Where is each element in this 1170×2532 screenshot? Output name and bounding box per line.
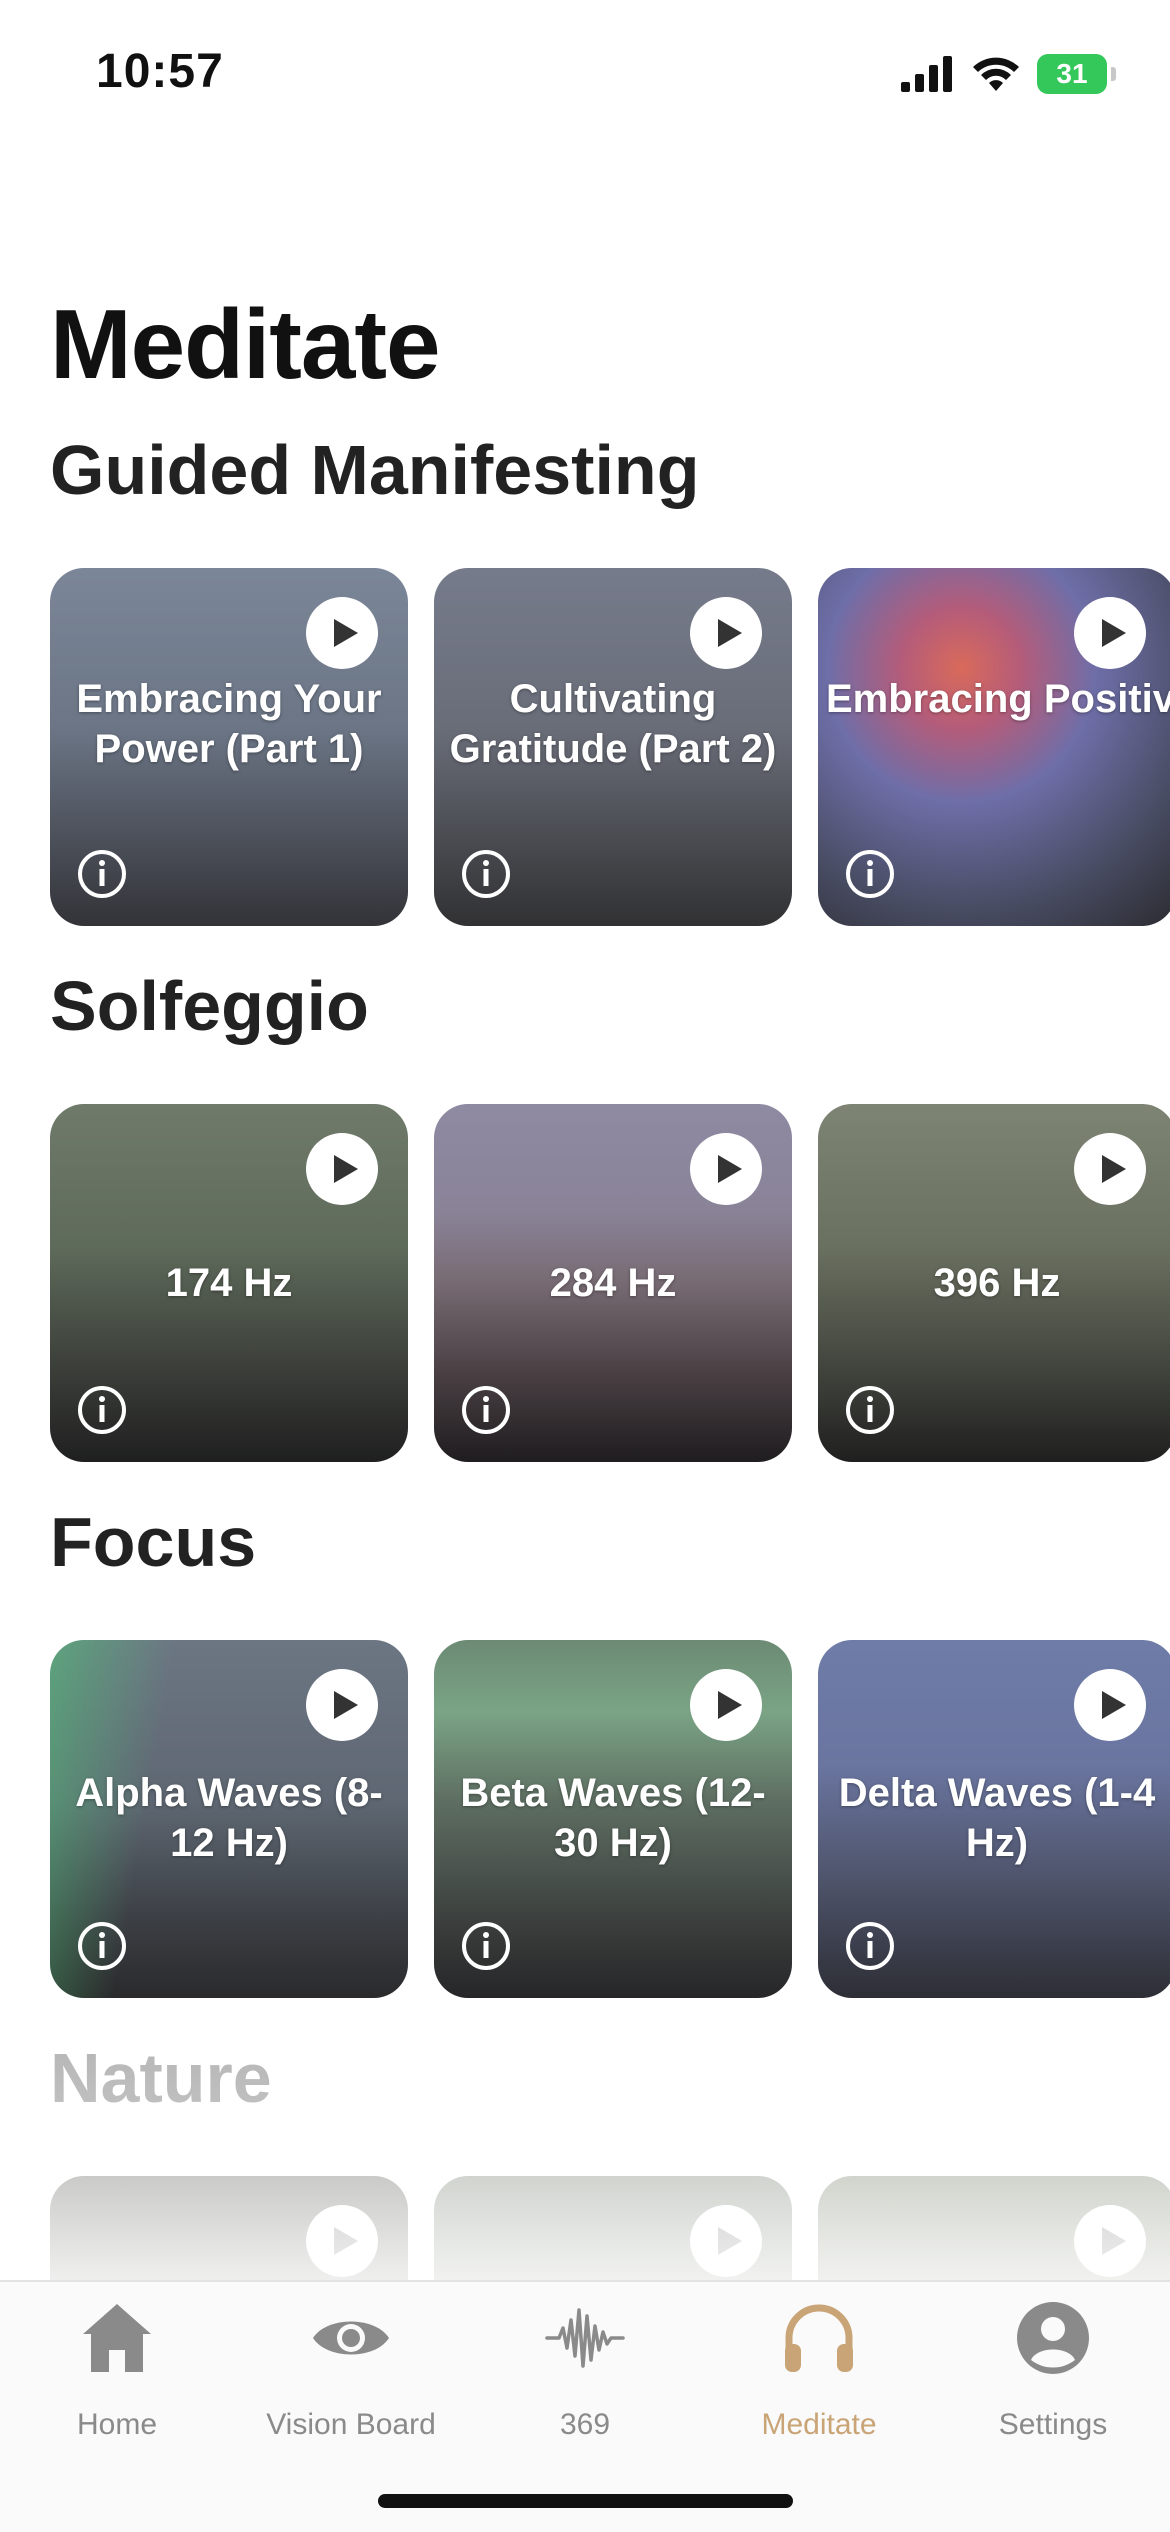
play-button[interactable] <box>690 1133 762 1205</box>
play-icon <box>334 2227 358 2255</box>
nature-row[interactable] <box>50 2176 1170 2280</box>
solfeggio-row[interactable]: 174 Hz 284 Hz 396 Hz <box>50 1104 1170 1464</box>
play-icon <box>1102 1691 1126 1719</box>
meditation-card[interactable]: Delta Waves (1-4 Hz) <box>818 1640 1170 1998</box>
play-button[interactable] <box>306 597 378 669</box>
play-button[interactable] <box>1074 2205 1146 2277</box>
play-button[interactable] <box>690 597 762 669</box>
tab-vision-board[interactable]: Vision Board <box>234 2298 468 2448</box>
tab-home[interactable]: Home <box>0 2298 234 2448</box>
card-title: Embracing Your Power (Part 1) <box>76 677 382 771</box>
waveform-icon <box>545 2308 625 2368</box>
battery-tip <box>1111 67 1116 81</box>
meditation-card[interactable]: 174 Hz <box>50 1104 408 1462</box>
wifi-icon <box>973 57 1019 91</box>
profile-icon <box>1017 2302 1089 2374</box>
play-button[interactable] <box>1074 597 1146 669</box>
card-title: Delta Waves (1-4 Hz) <box>838 1771 1156 1865</box>
section-title-nature: Nature <box>50 2039 272 2117</box>
home-indicator[interactable] <box>378 2494 793 2508</box>
play-icon <box>718 619 742 647</box>
card-title: 284 Hz <box>549 1261 677 1305</box>
tab-settings[interactable]: Settings <box>936 2298 1170 2448</box>
status-time: 10:57 <box>96 45 224 98</box>
meditation-card[interactable]: Embracing Your Power (Part 1) <box>50 568 408 926</box>
tab-label: Home <box>76 2408 158 2441</box>
card-title: 396 Hz <box>933 1261 1061 1305</box>
play-icon <box>334 619 358 647</box>
play-icon <box>1102 1155 1126 1183</box>
focus-row[interactable]: Alpha Waves (8-12 Hz) Beta Waves (12-30 … <box>50 1640 1170 2000</box>
tab-label: 369 <box>559 2408 611 2441</box>
meditation-card[interactable]: Beta Waves (12-30 Hz) <box>434 1640 792 1998</box>
meditation-card[interactable]: 396 Hz <box>818 1104 1170 1462</box>
info-icon[interactable] <box>844 1920 896 1972</box>
battery-icon: 31 <box>1037 54 1107 94</box>
meditation-card[interactable] <box>50 2176 408 2280</box>
play-icon <box>718 1691 742 1719</box>
section-title-guided-manifesting: Guided Manifesting <box>50 431 700 509</box>
info-icon[interactable] <box>76 1920 128 1972</box>
battery-level: 31 <box>1056 58 1088 89</box>
play-button[interactable] <box>1074 1669 1146 1741</box>
play-icon <box>334 1691 358 1719</box>
card-title: Cultivating Gratitude (Part 2) <box>449 677 777 771</box>
meditation-card[interactable]: Alpha Waves (8-12 Hz) <box>50 1640 408 1998</box>
tab-369[interactable]: 369 <box>468 2298 702 2448</box>
tab-meditate[interactable]: Meditate <box>702 2298 936 2448</box>
meditate-screen: 10:57 31 Meditate Guided Manifesting Emb… <box>0 0 1170 2532</box>
section-title-focus: Focus <box>50 1503 257 1581</box>
info-icon[interactable] <box>76 848 128 900</box>
play-button[interactable] <box>690 1669 762 1741</box>
card-title: 174 Hz <box>165 1261 293 1305</box>
meditation-card[interactable]: 284 Hz <box>434 1104 792 1462</box>
meditation-card[interactable]: Embracing Positive Change (Part 3) <box>818 568 1170 926</box>
page-title: Meditate <box>50 289 441 399</box>
cellular-signal-icon <box>901 56 952 92</box>
home-icon <box>83 2304 151 2372</box>
play-button[interactable] <box>690 2205 762 2277</box>
guided-manifesting-row[interactable]: Embracing Your Power (Part 1) Cultivatin… <box>50 568 1170 928</box>
meditation-card[interactable]: Cultivating Gratitude (Part 2) <box>434 568 792 926</box>
info-icon[interactable] <box>844 848 896 900</box>
card-title: Alpha Waves (8-12 Hz) <box>75 1771 383 1865</box>
meditation-card[interactable] <box>818 2176 1170 2280</box>
meditation-card[interactable] <box>434 2176 792 2280</box>
info-icon[interactable] <box>460 848 512 900</box>
tab-label: Settings <box>998 2408 1108 2441</box>
play-button[interactable] <box>306 2205 378 2277</box>
play-icon <box>718 2227 742 2255</box>
eye-icon <box>313 2321 389 2355</box>
headphones-icon <box>785 2304 853 2372</box>
play-icon <box>1102 619 1126 647</box>
play-button[interactable] <box>306 1133 378 1205</box>
status-bar: 10:57 31 <box>0 0 1170 150</box>
play-button[interactable] <box>1074 1133 1146 1205</box>
play-icon <box>334 1155 358 1183</box>
info-icon[interactable] <box>460 1384 512 1436</box>
status-icons: 31 <box>901 50 1116 98</box>
info-icon[interactable] <box>460 1920 512 1972</box>
tab-label: Meditate <box>761 2408 877 2441</box>
card-title: Embracing Positive Change (Part 3) <box>826 677 1170 721</box>
tab-label: Vision Board <box>266 2408 436 2441</box>
card-title: Beta Waves (12-30 Hz) <box>460 1771 766 1865</box>
play-icon <box>1102 2227 1126 2255</box>
play-icon <box>718 1155 742 1183</box>
info-icon[interactable] <box>844 1384 896 1436</box>
section-title-solfeggio: Solfeggio <box>50 967 369 1045</box>
info-icon[interactable] <box>76 1384 128 1436</box>
play-button[interactable] <box>306 1669 378 1741</box>
